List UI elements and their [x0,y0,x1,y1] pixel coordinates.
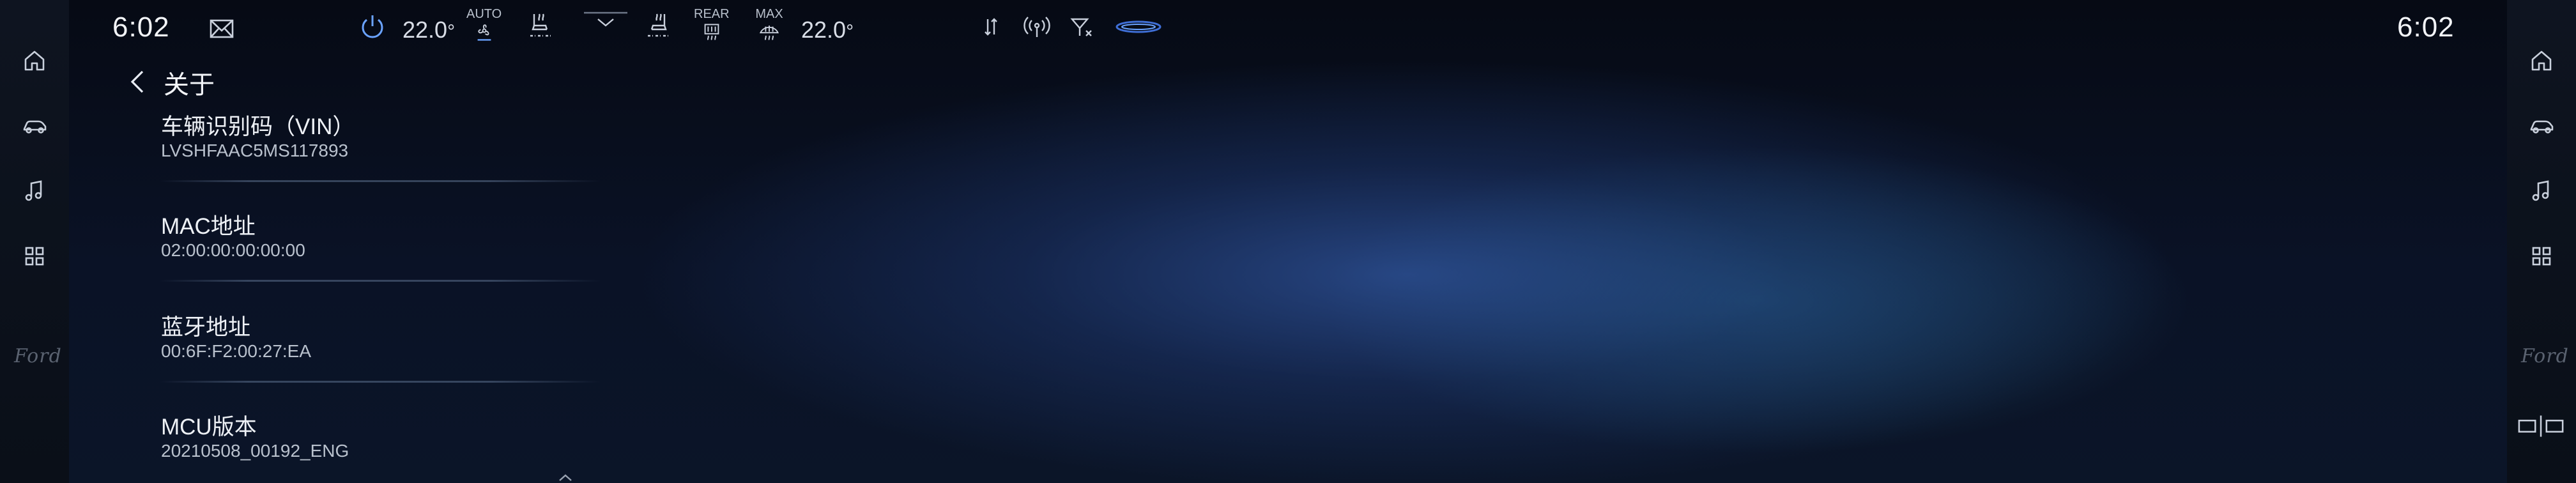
chevron-up-icon [559,474,572,481]
item-label: 蓝牙地址 [161,315,251,340]
driver-temp-value: 22.0 [402,17,448,43]
divider [160,280,601,282]
max-defrost-icon [759,26,779,40]
divider [160,180,601,182]
driver-temperature[interactable]: 22.0° [402,17,455,43]
ford-logo: Ford [14,345,62,367]
auto-fan-button[interactable]: AUTO [466,8,502,46]
clock-right: 6:02 [2397,12,2455,43]
music-icon[interactable] [2524,174,2559,208]
heated-seat-driver-icon[interactable] [524,9,556,41]
list-item-mac: MAC地址 02:00:00:00:00:00 [160,206,620,282]
left-navigation-rail: Ford [0,0,69,483]
mail-icon[interactable] [206,13,238,45]
cellular-signal-icon [1021,12,1053,43]
connected-car-icon [1113,12,1164,43]
passenger-temp-value: 22.0 [801,17,847,43]
list-item-bluetooth: 蓝牙地址 00:6F:F2:00:27:EA [160,307,620,383]
data-transfer-icon [975,12,1007,43]
split-screen-icon[interactable] [2516,409,2567,443]
right-navigation-rail: Ford [2507,0,2576,483]
music-icon[interactable] [17,174,52,208]
home-icon[interactable] [2524,43,2559,78]
list-item-vin: 车辆识别码（VIN） LVSHFAAC5MS117893 [160,106,620,182]
chevron-left-icon [130,70,144,93]
item-label: MAC地址 [161,214,256,239]
list-item-mcu-version: MCU版本 20210508_00192_ENG [160,406,620,482]
rear-defrost-icon [704,24,719,40]
temp-unit: ° [846,21,854,42]
status-bar: 6:02 22.0° AUTO REAR MAX 22.0° 6:02 [69,0,2507,55]
rear-defrost-button[interactable]: REAR [694,8,730,46]
item-value: 02:00:00:00:00:00 [161,240,305,260]
no-signal-icon [1066,12,1098,43]
item-label: MCU版本 [161,415,257,440]
scroll-up-indicator[interactable] [556,470,575,483]
item-value: LVSHFAAC5MS117893 [161,141,349,160]
item-label: 车辆识别码（VIN） [161,114,355,139]
car-icon[interactable] [2524,109,2559,143]
max-defrost-button[interactable]: MAX [755,8,783,46]
back-button[interactable] [125,66,150,97]
clock-left: 6:02 [112,12,170,43]
passenger-temperature[interactable]: 22.0° [801,17,854,43]
apps-grid-icon[interactable] [2524,239,2559,273]
page-title: 关于 [164,71,215,99]
home-icon[interactable] [17,43,52,78]
divider [160,381,601,383]
rear-defrost-label: REAR [694,7,730,21]
max-defrost-label: MAX [755,7,783,21]
chevron-down-icon [584,12,627,27]
ford-logo: Ford [2521,345,2569,367]
temp-unit: ° [447,21,456,42]
fan-icon [477,24,491,41]
power-icon[interactable] [356,10,388,42]
auto-fan-label: AUTO [466,7,502,21]
heated-seat-passenger-icon[interactable] [643,9,675,41]
climate-drawer-toggle[interactable] [580,8,631,40]
item-value: 00:6F:F2:00:27:EA [161,341,312,361]
item-value: 20210508_00192_ENG [161,441,349,461]
car-icon[interactable] [17,109,52,143]
apps-grid-icon[interactable] [17,239,52,273]
